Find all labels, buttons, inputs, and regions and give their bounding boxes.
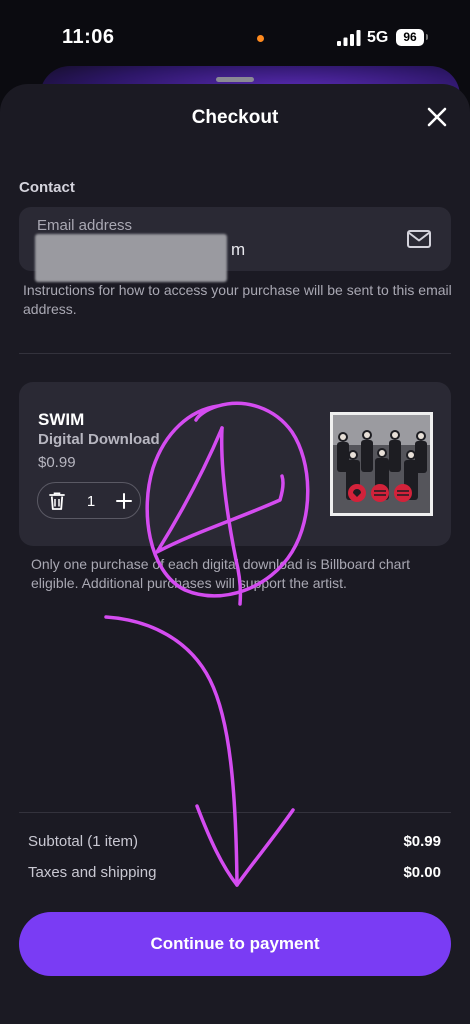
album-cover-image [330,412,433,516]
network-type: 5G [367,29,389,46]
subtotal-row: Subtotal (1 item) $0.99 [28,833,441,855]
product-title: SWIM [38,410,85,429]
email-field-label: Email address [37,217,133,234]
chart-eligibility-note: Only one purchase of each digital downlo… [31,556,411,591]
album-cover-figures [333,415,430,513]
album-cover-photo [333,415,430,513]
taxes-row: Taxes and shipping $0.00 [28,864,441,886]
sheet-grabber[interactable] [216,77,254,82]
mail-icon[interactable] [406,228,432,250]
taxes-label: Taxes and shipping [28,864,157,881]
battery-tip [426,34,428,40]
email-value-suffix: m [231,240,246,259]
signal-icon [337,30,361,46]
product-card: SWIM Digital Download $0.99 1 [19,382,451,546]
status-time: 11:06 [62,26,115,48]
status-bar: 11:06 5G 96 [0,0,470,70]
contact-section-label: Contact [19,179,75,196]
quantity-stepper: 1 [37,482,141,519]
email-helper-text: Instructions for how to access your purc… [23,282,452,317]
sheet-title: Checkout [191,107,279,128]
close-icon[interactable] [424,104,450,130]
product-type: Digital Download [38,431,160,448]
mic-indicator-dot [257,35,264,42]
continue-to-payment-button[interactable]: Continue to payment [19,912,451,976]
checkout-screen: 11:06 5G 96 Checkout Contact Email addre… [0,0,470,1024]
email-redaction [35,234,227,282]
plus-icon[interactable] [112,489,136,513]
subtotal-value: $0.99 [403,833,441,850]
trash-icon[interactable] [48,491,66,511]
email-field[interactable]: Email address m [19,207,451,282]
taxes-value: $0.00 [403,864,441,881]
product-price: $0.99 [38,454,76,471]
battery-icon: 96 [396,29,424,46]
summary-divider [19,812,451,813]
section-divider [19,353,451,354]
quantity-value: 1 [86,493,96,510]
subtotal-label: Subtotal (1 item) [28,833,139,850]
